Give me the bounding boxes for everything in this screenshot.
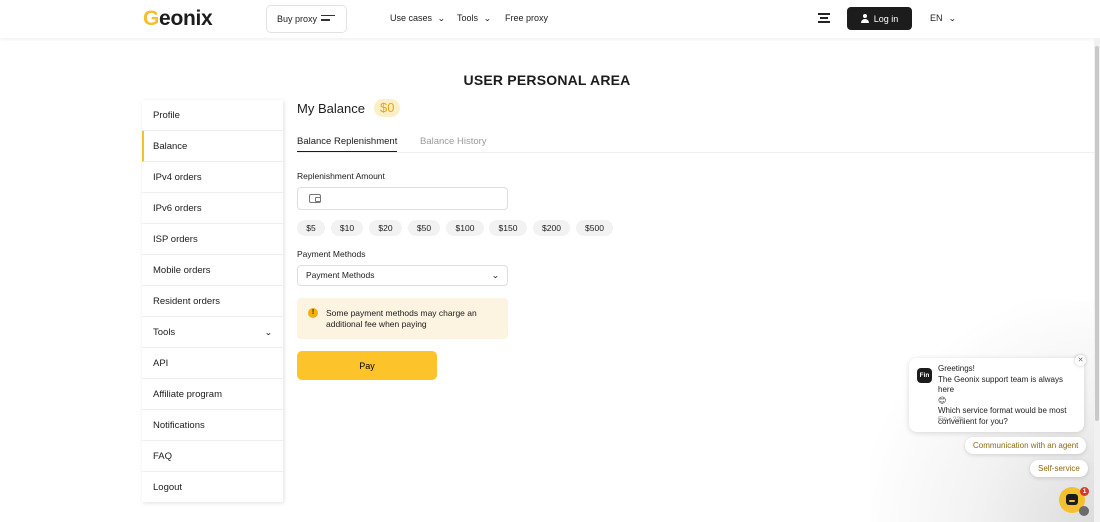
sidebar-item-label: Tools (153, 326, 176, 338)
sidebar-item-faq[interactable]: FAQ (142, 441, 283, 472)
language-label: EN (930, 13, 943, 23)
user-icon (860, 14, 869, 23)
nav-use-cases[interactable]: Use cases ⌄ (390, 13, 445, 23)
amount-chip-20[interactable]: $20 (369, 220, 402, 236)
sidebar-item-label: FAQ (153, 450, 173, 462)
fin-avatar: Fin (917, 368, 932, 383)
nav-tools-label: Tools (457, 13, 479, 23)
reply-communication-with-agent[interactable]: Communication with an agent (965, 437, 1087, 454)
chevron-down-icon: ⌄ (491, 271, 500, 280)
login-label: Log in (873, 13, 899, 24)
amount-chip-50[interactable]: $50 (408, 220, 440, 236)
sidebar-item-ipv6-orders[interactable]: IPv6 orders (142, 193, 283, 224)
nav-tools[interactable]: Tools ⌄ (457, 13, 491, 23)
geonix-logo[interactable]: Geonix (143, 7, 213, 31)
nav-free-proxy-label: Free proxy (505, 13, 549, 23)
sidebar-item-label: Notifications (153, 419, 205, 431)
chevron-down-icon: ⌄ (264, 327, 273, 337)
logo-g: G (143, 7, 160, 30)
login-button[interactable]: Log in (847, 7, 912, 30)
scrollbar-thumb[interactable] (1095, 46, 1099, 421)
language-selector[interactable]: EN ⌄ (930, 13, 956, 23)
sidebar-item-label: Resident orders (153, 295, 221, 307)
reply-self-service[interactable]: Self-service (1030, 460, 1088, 477)
chevron-down-icon: ⌄ (483, 13, 492, 23)
sidebar-item-label: IPv6 orders (153, 202, 202, 214)
amount-input[interactable] (328, 192, 498, 206)
replenishment-amount-label: Replenishment Amount (297, 171, 385, 181)
chevron-down-icon: ⌄ (437, 13, 446, 23)
amount-chip-5[interactable]: $5 (297, 220, 325, 236)
sidebar-item-resident-orders[interactable]: Resident orders (142, 286, 283, 317)
nav-free-proxy[interactable]: Free proxy (505, 13, 548, 23)
chat-greeting: Greetings! (938, 364, 975, 373)
sidebar-item-label: Profile (153, 109, 180, 121)
sidebar-item-label: Affiliate program (153, 388, 222, 400)
sidebar-item-label: ISP orders (153, 233, 198, 245)
pay-button[interactable]: Pay (297, 351, 437, 380)
payment-methods-label: Payment Methods (297, 249, 366, 259)
sidebar-item-tools[interactable]: Tools ⌄ (142, 317, 283, 348)
sidebar-item-label: API (153, 357, 169, 369)
sidebar-item-label: IPv4 orders (153, 171, 202, 183)
sidebar: Profile Balance IPv4 orders IPv6 orders … (142, 100, 283, 502)
payment-methods-value: Payment Methods (306, 270, 375, 280)
sidebar-item-logout[interactable]: Logout (142, 472, 283, 503)
top-header: Geonix Buy proxy Use cases ⌄ Tools ⌄ Free … (0, 0, 1100, 38)
payment-methods-select[interactable]: Payment Methods ⌄ (297, 265, 508, 286)
page-title: USER PERSONAL AREA (463, 72, 631, 88)
sidebar-item-notifications[interactable]: Notifications (142, 410, 283, 441)
amount-chip-100[interactable]: $100 (446, 220, 484, 236)
wallet-icon (309, 194, 321, 203)
amount-chip-200[interactable]: $200 (533, 220, 570, 236)
logo-e: e (159, 7, 171, 30)
amount-chip-150[interactable]: $150 (489, 220, 527, 236)
sidebar-item-isp-orders[interactable]: ISP orders (142, 224, 283, 255)
tab-balance-replenishment[interactable]: Balance Replenishment (297, 136, 398, 152)
amount-field[interactable] (297, 187, 508, 210)
buy-proxy-label: Buy proxy (277, 14, 318, 24)
sidebar-item-api[interactable]: API (142, 348, 283, 379)
unread-badge: 1 (1080, 487, 1089, 496)
sidebar-item-profile[interactable]: Profile (142, 100, 283, 131)
buy-proxy-button[interactable]: Buy proxy (266, 5, 347, 33)
status-dot (1079, 506, 1089, 516)
amount-chip-500[interactable]: $500 (576, 220, 613, 236)
menu-icon[interactable] (818, 13, 830, 23)
chat-bubble-icon (1066, 494, 1078, 505)
tabs-divider (297, 152, 1095, 153)
page-scrollbar[interactable] (1094, 38, 1100, 522)
close-icon[interactable]: ✕ (1075, 355, 1086, 366)
sidebar-item-affiliate-program[interactable]: Affiliate program (142, 379, 283, 410)
fee-notice: ! Some payment methods may charge an add… (297, 298, 508, 339)
chat-meta: Fin • 22h (938, 416, 964, 423)
sidebar-item-mobile-orders[interactable]: Mobile orders (142, 255, 283, 286)
chat-line-1: The Geonix support team is always here (938, 374, 1063, 395)
logo-rest: onix (170, 7, 213, 30)
sidebar-item-label: Mobile orders (153, 264, 211, 276)
lines-icon (321, 15, 335, 24)
sidebar-item-label: Logout (153, 482, 183, 493)
tab-balance-history[interactable]: Balance History (420, 136, 487, 147)
sidebar-item-ipv4-orders[interactable]: IPv4 orders (142, 162, 283, 193)
fee-notice-text: Some payment methods may charge an addit… (326, 308, 477, 329)
amount-chip-10[interactable]: $10 (331, 220, 363, 236)
warning-icon: ! (308, 308, 318, 318)
chat-emoji: 😊 (938, 395, 947, 405)
chevron-down-icon: ⌄ (948, 14, 957, 23)
chat-message-card[interactable]: Fin Greetings! The Geonix support team i… (909, 358, 1084, 432)
sidebar-item-balance[interactable]: Balance (142, 131, 283, 162)
balance-title: My Balance (297, 101, 365, 116)
nav-use-cases-label: Use cases (390, 13, 433, 23)
balance-amount-badge: $0 (374, 99, 401, 117)
sidebar-item-label: Balance (153, 140, 188, 152)
